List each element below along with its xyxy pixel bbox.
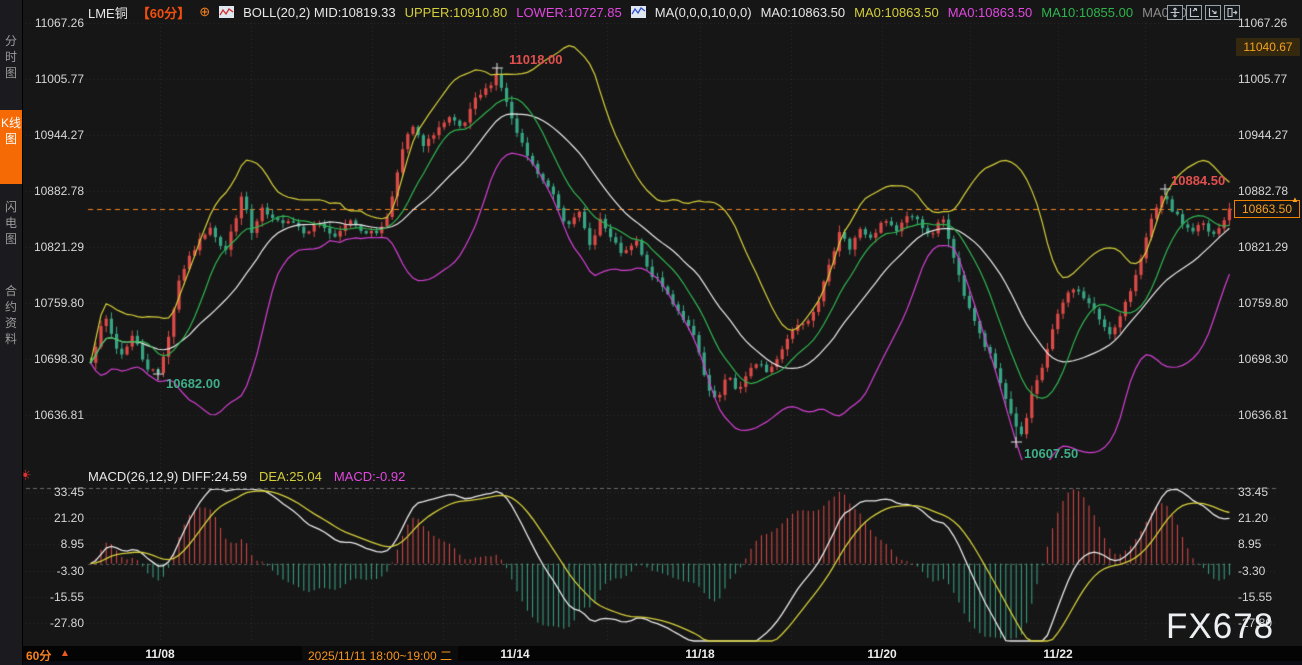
ma0-magenta-label: MA0:10863.50 — [948, 5, 1033, 20]
macd-tick-right-2: 8.95 — [1238, 537, 1261, 551]
sidebar-tab-timeline[interactable]: 分时图 — [0, 28, 22, 100]
boll-upper-label: UPPER:10910.80 — [405, 5, 508, 20]
price-tick-right-7: 10636.81 — [1238, 408, 1288, 422]
macd-tick-right-0: 33.45 — [1238, 485, 1268, 499]
price-tick-right-2: 10944.27 — [1238, 128, 1288, 142]
toolbar-icon-axis-scale-horizontal[interactable] — [1205, 5, 1221, 20]
toolbar-icon-move-crosshair[interactable] — [1167, 5, 1183, 20]
sidebar-tab-kline[interactable]: K线图 — [0, 110, 22, 184]
indicator-header: LME铜 【60分】 ⊕ BOLL(20,2) MID:10819.33 UPP… — [88, 3, 1194, 21]
macd-dea-label: DEA:25.04 — [259, 469, 322, 484]
sidebar-tab-contract-info[interactable]: 合约资料 — [0, 278, 22, 376]
upper-price-badge: 11040.67 — [1236, 38, 1300, 56]
watermark: FX678 — [1166, 607, 1274, 647]
ma-params-label: MA(0,0,0,10,0,0) — [655, 5, 752, 20]
ma0-white-label: MA0:10863.50 — [761, 5, 846, 20]
boll-indicator-icon[interactable] — [219, 6, 234, 18]
annotation-period-high: 11018.00 — [509, 52, 563, 67]
annotation-left-low: 10682.00 — [166, 376, 220, 391]
date-tick-11/18: 11/18 — [685, 647, 714, 661]
macd-tick-right-3: -3.30 — [1238, 564, 1265, 578]
annotation-recent-high: 10884.50 — [1171, 173, 1225, 188]
date-tick-11/22: 11/22 — [1043, 647, 1072, 661]
macd-title-label: MACD(26,12,9) DIFF:24.59 — [88, 469, 247, 484]
date-tick-11/20: 11/20 — [867, 647, 896, 661]
annotation-period-low: 10607.50 — [1024, 446, 1078, 461]
toolbar-icon-axis-scale-vertical[interactable] — [1186, 5, 1202, 20]
price-up-arrow-icon: ▲ — [1291, 195, 1299, 204]
bottom-strip — [0, 661, 1302, 665]
price-tick-right-5: 10759.80 — [1238, 296, 1288, 310]
price-tick-right-6: 10698.30 — [1238, 352, 1288, 366]
period-label-header[interactable]: 【60分】 — [137, 3, 190, 22]
kline-chart-window: 分时图 K线图 闪电图 合约资料 LME铜 【60分】 ⊕ BOLL(20,2)… — [0, 0, 1302, 665]
macd-tick-right-4: -15.55 — [1238, 590, 1272, 604]
symbol-label: LME铜 — [88, 3, 128, 22]
price-tick-right-1: 11005.77 — [1238, 72, 1287, 86]
price-tick-right-4: 10821.29 — [1238, 240, 1288, 254]
macd-value-label: MACD:-0.92 — [334, 469, 406, 484]
toolbar-icon-pane-shift[interactable] — [1224, 5, 1240, 20]
chart-canvas[interactable] — [0, 0, 1302, 665]
ma-indicator-icon[interactable] — [631, 6, 646, 18]
time-axis-bar: 60分 ▲ 2025/11/11 18:00~19:00 二 11/0811/1… — [0, 646, 1302, 661]
macd-tick-right-1: 21.20 — [1238, 511, 1268, 525]
boll-values-label: BOLL(20,2) MID:10819.33 — [243, 5, 395, 20]
macd-header: MACD(26,12,9) DIFF:24.59 DEA:25.04 MACD:… — [88, 469, 405, 484]
chart-toolbar — [1167, 5, 1240, 20]
boll-lower-label: LOWER:10727.85 — [516, 5, 622, 20]
price-tick-right-0: 11067.26 — [1238, 16, 1287, 30]
ma0-yellow-label: MA0:10863.50 — [854, 5, 939, 20]
left-sidebar: 分时图 K线图 闪电图 合约资料 — [0, 0, 23, 665]
price-tick-right-3: 10882.78 — [1238, 184, 1288, 198]
date-tick-11/14: 11/14 — [500, 647, 529, 661]
sidebar-tab-lightning[interactable]: 闪电图 — [0, 194, 22, 266]
date-tick-11/08: 11/08 — [145, 647, 174, 661]
circle-plus-icon[interactable]: ⊕ — [199, 4, 210, 20]
period-selector-arrow-icon[interactable]: ▲ — [60, 648, 70, 659]
ma10-green-label: MA10:10855.00 — [1041, 5, 1133, 20]
